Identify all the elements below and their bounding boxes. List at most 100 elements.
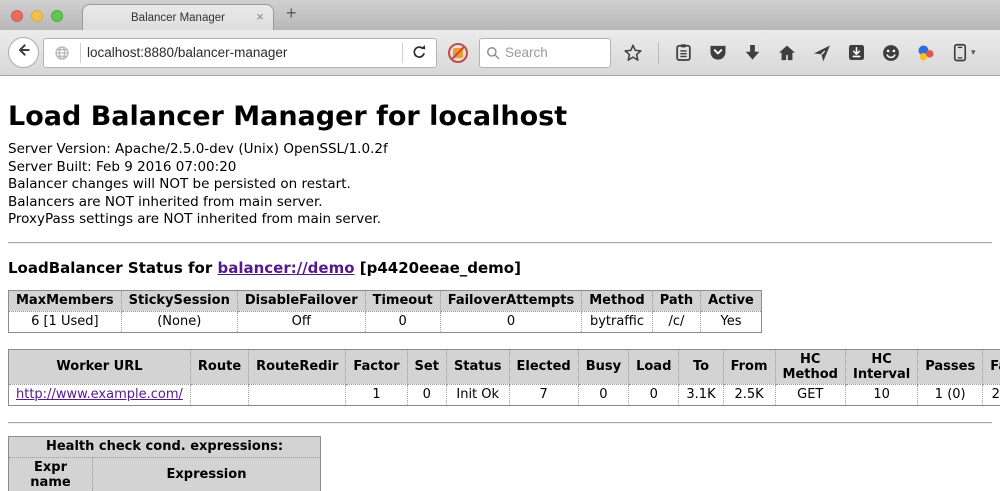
cell-failoverattempts: 0: [440, 311, 582, 332]
tab-title: Balancer Manager: [131, 12, 225, 24]
cell-fails: 2 (0): [983, 384, 1000, 405]
pocket-icon[interactable]: [708, 43, 728, 63]
tab-close-icon[interactable]: ×: [256, 10, 264, 24]
heading-prefix: LoadBalancer Status for: [8, 259, 217, 277]
browser-window: Balancer Manager × + localhost:8880/bala…: [0, 0, 1000, 491]
server-version-line: Server Version: Apache/2.5.0-dev (Unix) …: [8, 141, 992, 159]
search-input[interactable]: [505, 45, 595, 60]
server-built-line: Server Built: Feb 9 2016 07:00:20: [8, 159, 992, 177]
balancer-summary-table: MaxMembers StickySession DisableFailover…: [8, 290, 762, 333]
new-tab-button[interactable]: +: [286, 3, 297, 24]
col-disablefailover: DisableFailover: [237, 290, 365, 311]
col-expr-name: Expr name: [9, 457, 93, 491]
back-arrow-icon: [16, 42, 32, 63]
page-title: Load Balancer Manager for localhost: [8, 101, 992, 132]
col-hc-interval: HC Interval: [845, 349, 917, 384]
col-path: Path: [652, 290, 700, 311]
cell-elected: 7: [509, 384, 578, 405]
cell-method: bytraffic: [582, 311, 652, 332]
home-icon[interactable]: [777, 43, 797, 63]
sidebar-panel-icon[interactable]: ▾: [951, 43, 976, 63]
cell-passes: 1 (0): [918, 384, 983, 405]
col-stickysession: StickySession: [121, 290, 237, 311]
cell-from: 2.5K: [723, 384, 775, 405]
cell-factor: 1: [346, 384, 407, 405]
close-window-button[interactable]: [11, 10, 23, 22]
cell-hc-interval: 10: [845, 384, 917, 405]
cell-load: 0: [629, 384, 679, 405]
downloads-icon[interactable]: [743, 43, 762, 62]
search-icon: [486, 46, 500, 60]
table-header-row: MaxMembers StickySession DisableFailover…: [9, 290, 762, 311]
cell-stickysession: (None): [121, 311, 237, 332]
back-button[interactable]: [8, 37, 39, 68]
col-routeredir: RouteRedir: [249, 349, 346, 384]
col-method: Method: [582, 290, 652, 311]
col-load: Load: [629, 349, 679, 384]
cell-disablefailover: Off: [237, 311, 365, 332]
heading-suffix: [p4420eeae_demo]: [355, 259, 521, 277]
col-active: Active: [701, 290, 762, 311]
cell-worker-url: http://www.example.com/: [9, 384, 191, 405]
cell-hc-method: GET: [775, 384, 845, 405]
urlbar-separator: [80, 43, 81, 63]
cell-routeredir: [249, 384, 346, 405]
page-content: Load Balancer Manager for localhost Serv…: [0, 101, 1000, 491]
table-title-row: Health check cond. expressions:: [9, 436, 321, 457]
feedback-smiley-icon[interactable]: [881, 43, 901, 63]
window-controls: [11, 10, 63, 22]
proxypass-notice-line: ProxyPass settings are NOT inherited fro…: [8, 211, 992, 229]
reload-icon[interactable]: [409, 44, 430, 61]
download-panel-icon[interactable]: [847, 43, 866, 62]
navigation-toolbar: localhost:8880/balancer-manager: [0, 30, 1000, 76]
col-elected: Elected: [509, 349, 578, 384]
health-check-table: Health check cond. expressions: Expr nam…: [8, 436, 321, 491]
worker-table: Worker URL Route RouteRedir Factor Set S…: [8, 349, 1000, 406]
server-info: Server Version: Apache/2.5.0-dev (Unix) …: [8, 141, 992, 229]
col-fails: Fails: [983, 349, 1000, 384]
plugin-blocked-icon[interactable]: [447, 42, 469, 64]
search-bar[interactable]: [479, 38, 611, 68]
section-divider: [8, 242, 992, 244]
bookmark-star-icon[interactable]: [623, 43, 643, 63]
colorful-addon-icon[interactable]: [916, 43, 936, 63]
cell-set: 0: [407, 384, 446, 405]
col-from: From: [723, 349, 775, 384]
chevron-down-icon: ▾: [971, 47, 976, 58]
minimize-window-button[interactable]: [31, 10, 43, 22]
tab-bar: Balancer Manager × +: [0, 0, 1000, 30]
url-bar[interactable]: localhost:8880/balancer-manager: [43, 38, 437, 68]
col-set: Set: [407, 349, 446, 384]
col-timeout: Timeout: [365, 290, 440, 311]
col-busy: Busy: [578, 349, 628, 384]
toolbar-icons: ▾: [623, 42, 1000, 64]
persist-notice-line: Balancer changes will NOT be persisted o…: [8, 176, 992, 194]
cell-status: Init Ok: [446, 384, 509, 405]
col-to: To: [679, 349, 723, 384]
send-tab-icon[interactable]: [812, 43, 832, 63]
site-identity-globe-icon[interactable]: [54, 45, 70, 61]
col-hc-method: HC Method: [775, 349, 845, 384]
cell-timeout: 0: [365, 311, 440, 332]
url-text[interactable]: localhost:8880/balancer-manager: [87, 45, 396, 60]
tab-balancer-manager[interactable]: Balancer Manager ×: [82, 4, 274, 30]
cell-route: [190, 384, 248, 405]
cell-to: 3.1K: [679, 384, 723, 405]
balancer-demo-link[interactable]: balancer://demo: [217, 259, 354, 277]
col-passes: Passes: [918, 349, 983, 384]
cell-busy: 0: [578, 384, 628, 405]
balancers-notice-line: Balancers are NOT inherited from main se…: [8, 194, 992, 212]
table-header-row: Expr name Expression: [9, 457, 321, 491]
worker-url-link[interactable]: http://www.example.com/: [16, 387, 183, 402]
col-status: Status: [446, 349, 509, 384]
col-failoverattempts: FailoverAttempts: [440, 290, 582, 311]
col-route: Route: [190, 349, 248, 384]
zoom-window-button[interactable]: [51, 10, 63, 22]
reading-list-icon[interactable]: [674, 43, 693, 62]
cell-path: /c/: [652, 311, 700, 332]
table-row: http://www.example.com/ 1 0 Init Ok 7 0 …: [9, 384, 1000, 405]
col-worker-url: Worker URL: [9, 349, 191, 384]
col-maxmembers: MaxMembers: [9, 290, 122, 311]
loadbalancer-status-heading: LoadBalancer Status for balancer://demo …: [8, 259, 992, 277]
urlbar-separator: [402, 43, 403, 63]
